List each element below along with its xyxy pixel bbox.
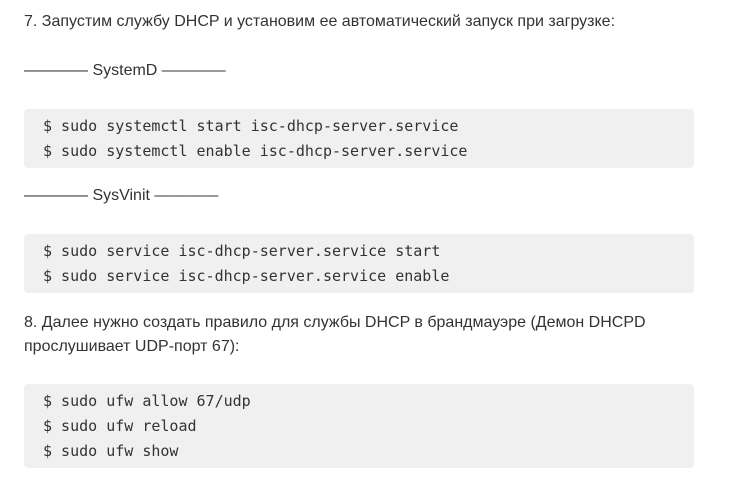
code-line: $ sudo service isc-dhcp-server.service e… <box>43 267 450 285</box>
code-line: $ sudo service isc-dhcp-server.service s… <box>43 242 441 260</box>
code-line: $ sudo systemctl enable isc-dhcp-server.… <box>43 142 468 160</box>
systemd-separator: ———— SystemD ———— <box>24 62 226 79</box>
step-8-line-1: 8. Далее нужно создать правило для служб… <box>24 314 646 331</box>
step-7-text: 7. Запустим службу DHCP и установим ее а… <box>24 13 616 30</box>
sysvinit-separator: ———— SysVinit ———— <box>24 187 219 204</box>
code-line: $ sudo ufw reload <box>43 417 197 435</box>
code-line: $ sudo ufw show <box>43 442 179 460</box>
step-8-text: 8. Далее нужно создать правило для служб… <box>24 311 694 359</box>
systemd-code-block[interactable]: $ sudo systemctl start isc-dhcp-server.s… <box>24 109 694 168</box>
sysvinit-code-block[interactable]: $ sudo service isc-dhcp-server.service s… <box>24 234 694 293</box>
code-line: $ sudo systemctl start isc-dhcp-server.s… <box>43 117 459 135</box>
step-8-line-2: прослушивает UDP-порт 67): <box>24 338 240 355</box>
ufw-code-block[interactable]: $ sudo ufw allow 67/udp $ sudo ufw reloa… <box>24 384 694 468</box>
code-line: $ sudo ufw allow 67/udp <box>43 392 251 410</box>
